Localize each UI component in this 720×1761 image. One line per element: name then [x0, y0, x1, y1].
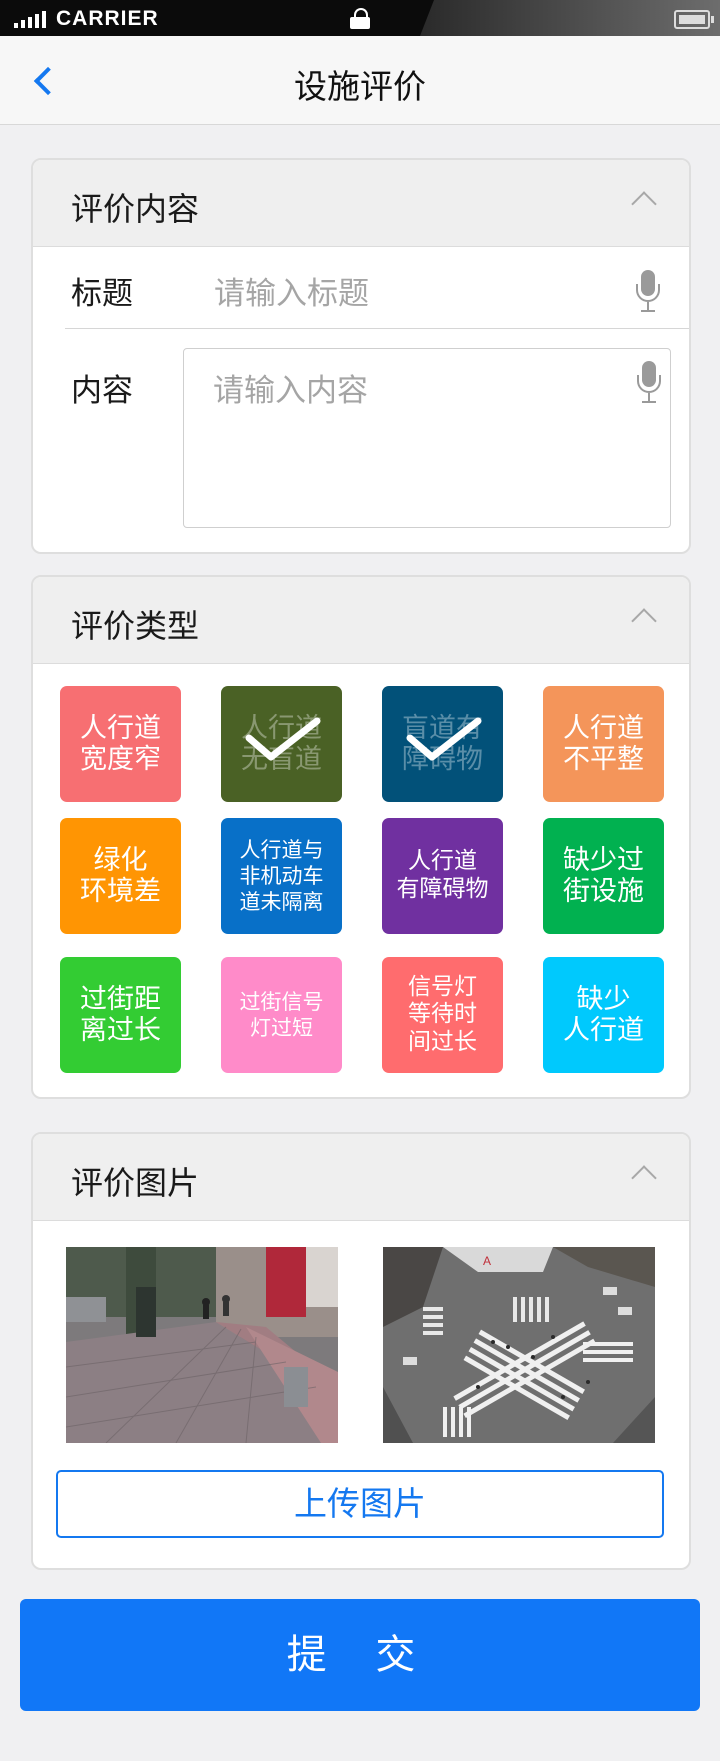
nav-bar: 设施评价 [0, 36, 720, 125]
chevron-up-icon[interactable] [631, 608, 657, 634]
type-tile[interactable]: 人行道 无盲道 [221, 686, 342, 802]
type-tile[interactable]: 信号灯 等待时 间过长 [382, 957, 503, 1073]
carrier-name: CARRIER [56, 7, 159, 30]
crosswalk-aerial-photo[interactable]: A [383, 1247, 655, 1443]
content-placeholder: 请输入内容 [213, 373, 368, 409]
submit-button[interactable]: 提 交 [20, 1599, 700, 1711]
type-tile[interactable]: 人行道 宽度窄 [60, 686, 181, 802]
battery-icon [674, 10, 714, 29]
type-tile[interactable]: 过街距 离过长 [60, 957, 181, 1073]
sidewalk-photo[interactable] [66, 1247, 338, 1443]
type-tile[interactable]: 人行道 不平整 [543, 686, 664, 802]
content-label: 内容 [71, 373, 133, 409]
upload-photo-button[interactable]: 上传图片 [56, 1470, 664, 1538]
type-card: 评价类型 人行道 宽度窄 人行道 无盲道 盲道有 障碍物 人行道 不平整 绿化 … [31, 575, 691, 1099]
page-title: 设施评价 [294, 67, 426, 106]
photos-card: 评价图片 A 上传图片 [31, 1132, 691, 1570]
type-tile[interactable]: 人行道与 非机动车 道未隔离 [221, 818, 342, 934]
type-tile[interactable]: 盲道有 障碍物 [382, 686, 503, 802]
divider [65, 328, 689, 329]
content-textarea[interactable]: 请输入内容 [183, 348, 671, 528]
section-title-photos: 评价图片 [71, 1164, 200, 1202]
signal-strength-icon [14, 10, 46, 28]
section-title-content: 评价内容 [71, 190, 200, 228]
section-title-type: 评价类型 [71, 607, 200, 645]
microphone-icon[interactable] [636, 361, 662, 405]
checkmark-icon [406, 717, 482, 761]
svg-text:A: A [483, 1254, 491, 1268]
photos-card-header[interactable]: 评价图片 [33, 1134, 689, 1221]
checkmark-icon [245, 717, 321, 761]
content-card-header[interactable]: 评价内容 [33, 160, 689, 247]
status-bar: CARRIER [0, 0, 720, 36]
content-card: 评价内容 标题 请输入标题 内容 请输入内容 [31, 158, 691, 554]
type-tile[interactable]: 人行道 有障碍物 [382, 818, 503, 934]
type-tile[interactable]: 缺少 人行道 [543, 957, 664, 1073]
type-card-header[interactable]: 评价类型 [33, 577, 689, 664]
type-tile[interactable]: 缺少过 街设施 [543, 818, 664, 934]
lock-icon [350, 8, 370, 29]
type-tile[interactable]: 绿化 环境差 [60, 818, 181, 934]
title-label: 标题 [71, 276, 133, 312]
microphone-icon[interactable] [635, 270, 661, 314]
chevron-up-icon[interactable] [631, 191, 657, 217]
chevron-up-icon[interactable] [631, 1165, 657, 1191]
type-tile[interactable]: 过街信号 灯过短 [221, 957, 342, 1073]
title-input[interactable]: 请输入标题 [214, 268, 594, 313]
